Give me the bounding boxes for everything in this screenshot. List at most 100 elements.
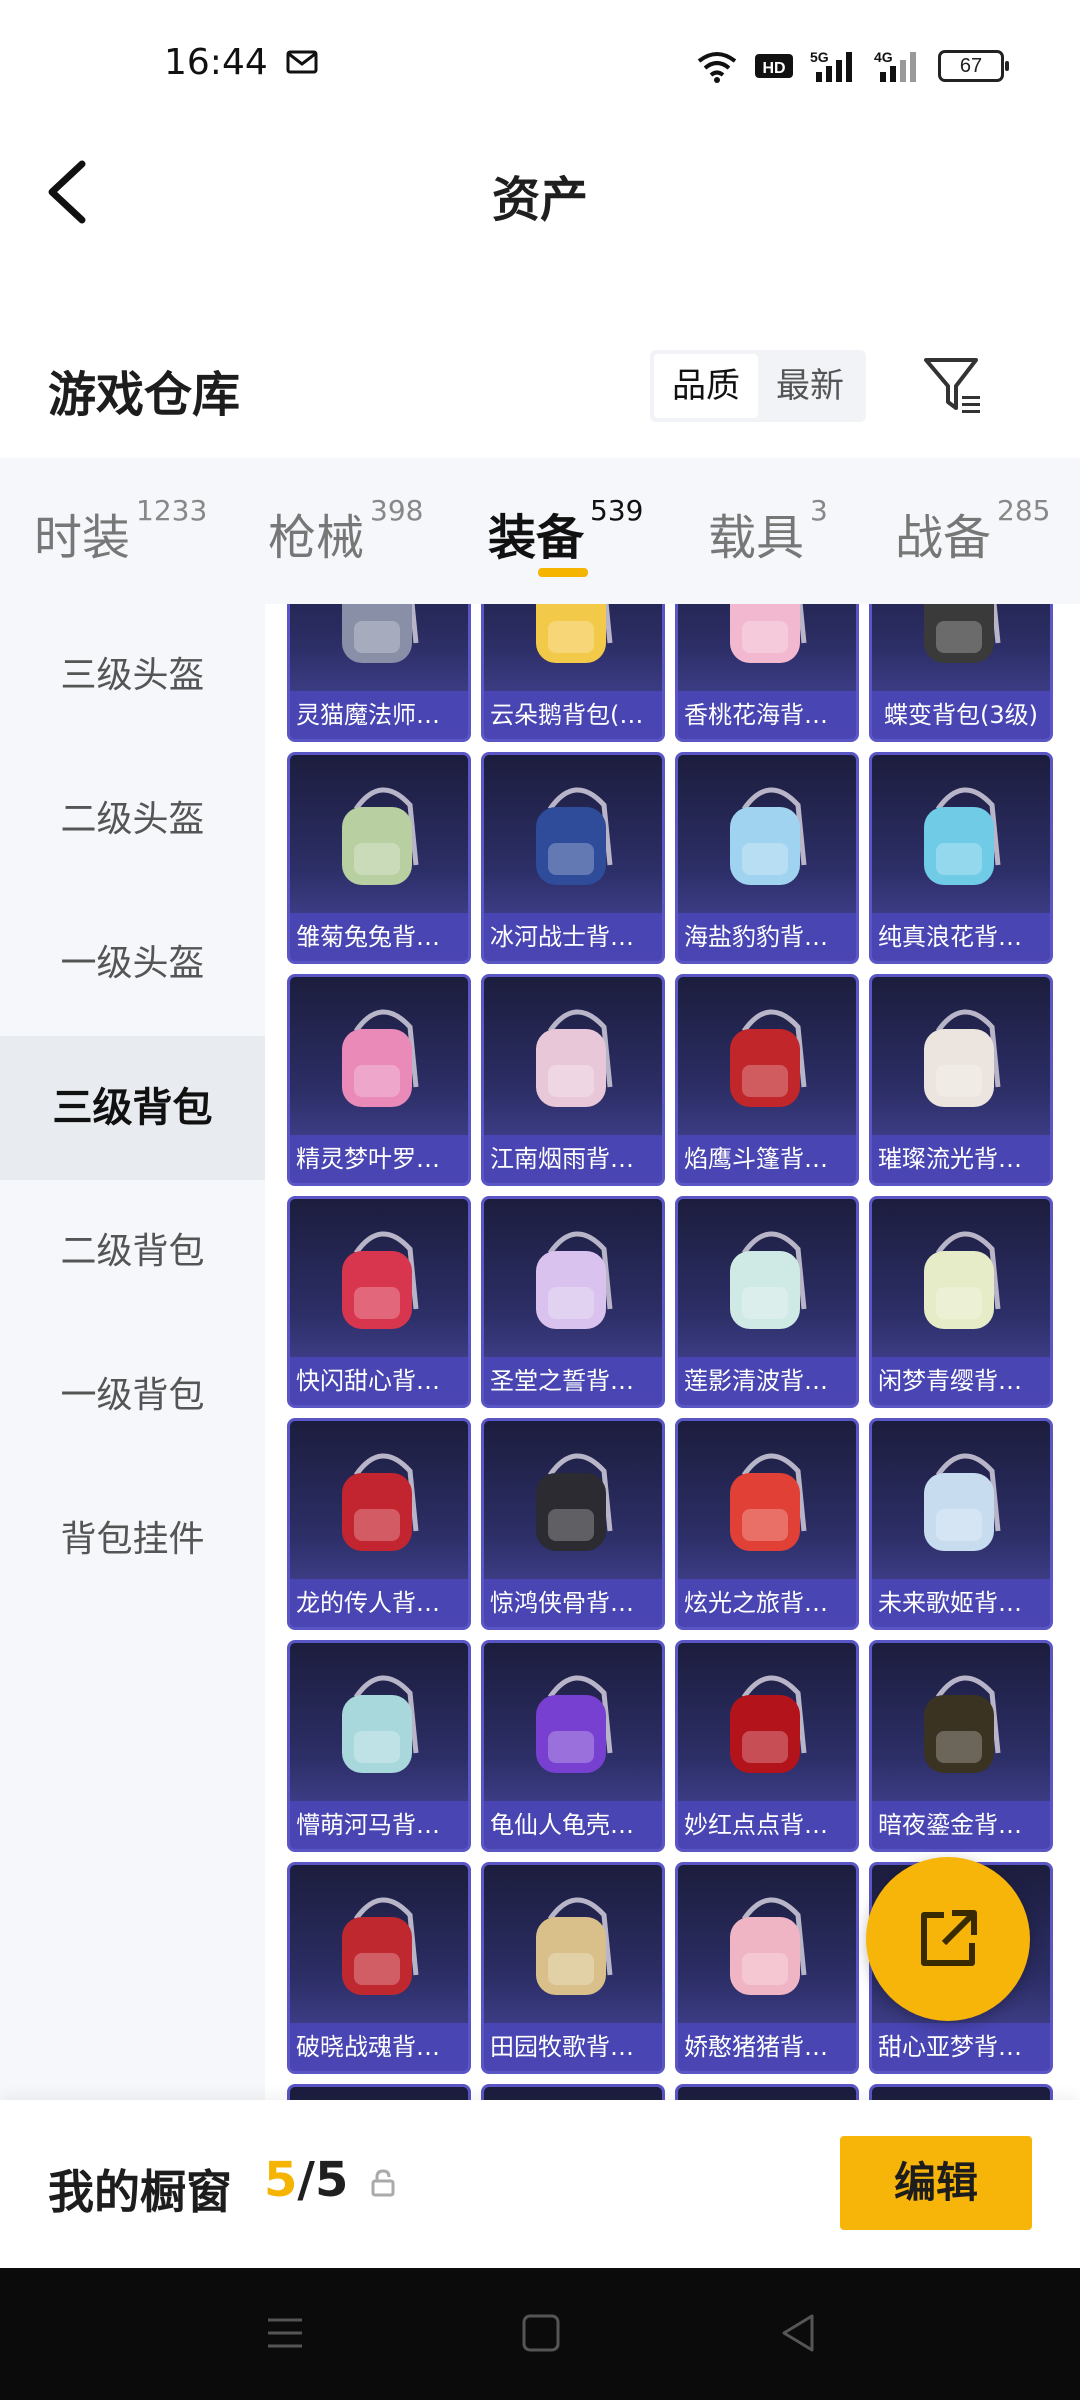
showcase-total: 5 xyxy=(314,2152,349,2208)
tab-count: 539 xyxy=(590,494,644,527)
item-card[interactable]: 雏菊兔兔背包... xyxy=(287,752,471,964)
sidebar-item-level1-helmet[interactable]: 一级头盔 xyxy=(0,892,265,1036)
backpack-icon xyxy=(536,1009,613,1107)
item-card[interactable]: 璀璨流光背包... xyxy=(869,974,1053,1186)
item-card-label: 雏菊兔兔背包... xyxy=(290,913,468,961)
page-title: 资产 xyxy=(491,172,588,228)
item-card[interactable]: 香桃花海背包... xyxy=(675,604,859,742)
item-card[interactable]: 灵猫魔法师背... xyxy=(287,604,471,742)
status-icons: HD 5G 4G 67 xyxy=(696,46,1009,86)
sort-by-quality[interactable]: 品质 xyxy=(654,354,758,418)
backpack-icon xyxy=(342,1453,419,1551)
sort-by-latest[interactable]: 最新 xyxy=(758,354,862,418)
showcase-separator: / xyxy=(297,2152,315,2208)
item-card-label: 海盐豹豹背包... xyxy=(678,913,856,961)
sidebar-item-level2-helmet[interactable]: 二级头盔 xyxy=(0,748,265,892)
item-card[interactable]: 快闪甜心背包... xyxy=(287,1196,471,1408)
tab-fashion[interactable]: 时装 1233 xyxy=(34,494,207,568)
item-card-label: 莲影清波背包... xyxy=(678,1357,856,1405)
tab-vehicles[interactable]: 载具 3 xyxy=(708,494,828,568)
item-card[interactable]: 冰河战士背包... xyxy=(481,752,665,964)
item-card[interactable]: 圣堂之誓背包... xyxy=(481,1196,665,1408)
sidebar-item-backpack-charm[interactable]: 背包挂件 xyxy=(0,1468,265,1612)
item-card-label: 甜心亚梦背包... xyxy=(872,2023,1050,2071)
tab-combat-gear[interactable]: 战备 285 xyxy=(895,494,1050,568)
sidebar: 三级头盔 二级头盔 一级头盔 三级背包 二级背包 一级背包 背包挂件 xyxy=(0,604,265,2100)
hd-icon: HD xyxy=(755,54,793,78)
item-card-label: 惊鸿侠骨背包... xyxy=(484,1579,662,1627)
item-card-label: 精灵梦叶罗丽... xyxy=(290,1135,468,1183)
warehouse-title: 游戏仓库 xyxy=(48,367,241,423)
status-time: 16:44 xyxy=(164,42,268,83)
backpack-icon xyxy=(342,1231,419,1329)
showcase-current: 5 xyxy=(264,2152,298,2208)
item-card-label: 田园牧歌背包... xyxy=(484,2023,662,2071)
item-card[interactable]: 娇憨猪猪背包... xyxy=(675,1862,859,2074)
item-card-label: 冰河战士背包... xyxy=(484,913,662,961)
item-card-label: 江南烟雨背包... xyxy=(484,1135,662,1183)
item-card-label: 香桃花海背包... xyxy=(678,691,856,739)
system-nav-bar xyxy=(0,2268,1080,2400)
sidebar-item-level3-helmet[interactable]: 三级头盔 xyxy=(0,604,265,748)
item-card[interactable]: 莲影清波背包... xyxy=(675,1196,859,1408)
tab-count: 3 xyxy=(810,494,828,527)
backpack-icon xyxy=(536,1231,613,1329)
item-card[interactable] xyxy=(481,2084,665,2100)
item-card[interactable]: 暗夜鎏金背包... xyxy=(869,1640,1053,1852)
item-card[interactable]: 闲梦青缨背包... xyxy=(869,1196,1053,1408)
mail-icon xyxy=(286,50,318,74)
item-card[interactable]: 焰鹰斗篷背包... xyxy=(675,974,859,1186)
item-card[interactable]: 龙的传人背包... xyxy=(287,1418,471,1630)
item-card[interactable]: 懵萌河马背包... xyxy=(287,1640,471,1852)
menu-icon[interactable] xyxy=(262,2310,308,2356)
edit-button[interactable]: 编辑 xyxy=(840,2136,1032,2230)
backpack-icon xyxy=(924,604,1001,663)
tab-firearms[interactable]: 枪械 398 xyxy=(268,494,423,568)
backpack-icon xyxy=(536,1897,613,1995)
tab-indicator xyxy=(538,568,588,577)
item-card[interactable]: 妙红点点背包... xyxy=(675,1640,859,1852)
item-card[interactable]: 精灵梦叶罗丽... xyxy=(287,974,471,1186)
filter-icon[interactable] xyxy=(920,352,986,418)
tab-count: 1233 xyxy=(136,494,208,527)
back-icon[interactable] xyxy=(776,2310,822,2356)
item-card[interactable]: 江南烟雨背包... xyxy=(481,974,665,1186)
item-card-label: 璀璨流光背包... xyxy=(872,1135,1050,1183)
item-card-label: 灵猫魔法师背... xyxy=(290,691,468,739)
item-card[interactable]: 惊鸿侠骨背包... xyxy=(481,1418,665,1630)
tab-label: 时装 xyxy=(34,510,131,566)
backpack-icon xyxy=(924,1453,1001,1551)
item-card[interactable]: 龟仙人龟壳背... xyxy=(481,1640,665,1852)
item-card[interactable]: 田园牧歌背包... xyxy=(481,1862,665,2074)
item-card[interactable] xyxy=(287,2084,471,2100)
item-card[interactable]: 海盐豹豹背包... xyxy=(675,752,859,964)
item-card[interactable]: 未来歌姬背包... xyxy=(869,1418,1053,1630)
backpack-icon xyxy=(730,1231,807,1329)
item-card[interactable] xyxy=(869,2084,1053,2100)
backpack-icon xyxy=(924,1675,1001,1773)
backpack-icon xyxy=(924,787,1001,885)
showcase-bar: 我的橱窗 5/5 编辑 xyxy=(0,2100,1080,2268)
item-card-label: 懵萌河马背包... xyxy=(290,1801,468,1849)
share-button[interactable] xyxy=(866,1857,1030,2021)
backpack-icon xyxy=(342,604,419,663)
backpack-icon xyxy=(536,1675,613,1773)
home-icon[interactable] xyxy=(518,2310,564,2356)
showcase-label: 我的橱窗 xyxy=(48,2165,232,2219)
item-card-label: 闲梦青缨背包... xyxy=(872,1357,1050,1405)
svg-text:5G: 5G xyxy=(810,49,829,65)
item-card[interactable]: 炫光之旅背包... xyxy=(675,1418,859,1630)
backpack-icon xyxy=(342,787,419,885)
sidebar-item-level1-backpack[interactable]: 一级背包 xyxy=(0,1324,265,1468)
item-card[interactable]: 云朵鹅背包(3... xyxy=(481,604,665,742)
item-card[interactable]: 蝶变背包(3级) xyxy=(869,604,1053,742)
backpack-icon xyxy=(730,1897,807,1995)
sidebar-item-level2-backpack[interactable]: 二级背包 xyxy=(0,1180,265,1324)
tab-equipment[interactable]: 装备 539 xyxy=(488,494,643,568)
item-card[interactable]: 纯真浪花背包... xyxy=(869,752,1053,964)
item-card-label: 蝶变背包(3级) xyxy=(872,691,1050,739)
item-card[interactable]: 破晓战魂背包... xyxy=(287,1862,471,2074)
sidebar-item-level3-backpack[interactable]: 三级背包 xyxy=(0,1036,265,1180)
item-card-label: 云朵鹅背包(3... xyxy=(484,691,662,739)
item-card[interactable] xyxy=(675,2084,859,2100)
